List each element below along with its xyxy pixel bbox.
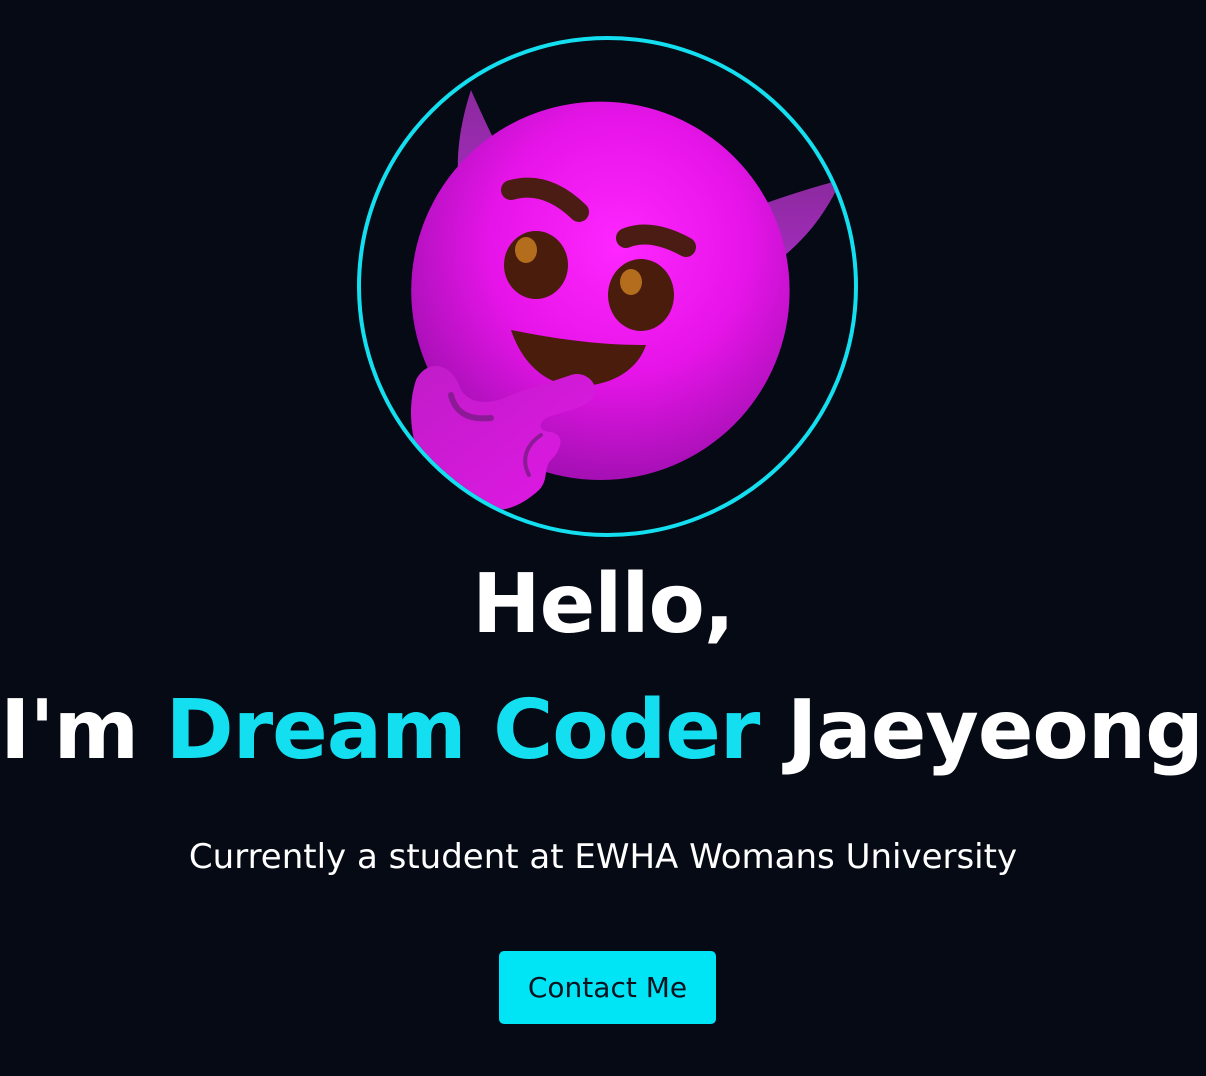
greeting-heading: Hello,: [472, 557, 735, 652]
intro-name: Jaeyeong!: [786, 683, 1206, 778]
smiling-devil-thinking-emoji-icon: [411, 90, 841, 512]
hero-section: Hello, I'm Dream Coder Jaeyeong! Current…: [0, 0, 1206, 1076]
intro-prefix: I'm: [0, 683, 139, 778]
intro-heading: I'm Dream Coder Jaeyeong!: [0, 690, 1206, 772]
contact-me-button[interactable]: Contact Me: [499, 951, 716, 1024]
intro-highlight: Dream Coder: [165, 683, 761, 778]
avatar: [357, 36, 858, 537]
avatar-ring: [357, 36, 858, 537]
subtitle: Currently a student at EWHA Womans Unive…: [188, 837, 1018, 877]
